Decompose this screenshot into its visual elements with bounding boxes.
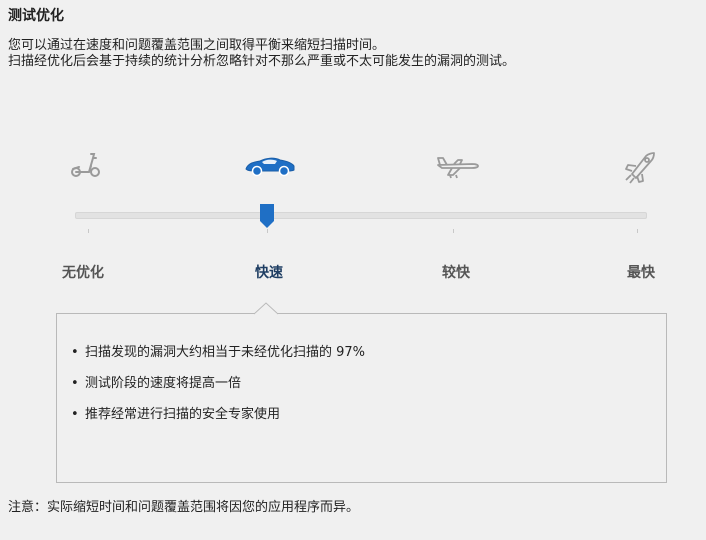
level-label-none[interactable]: 无优化 [62, 262, 104, 282]
sports-car-icon[interactable] [244, 155, 296, 177]
level-label-fastest[interactable]: 最快 [627, 262, 655, 282]
list-item: • 测试阶段的速度将提高一倍 [71, 376, 242, 391]
details-panel: • 扫描发现的漏洞大约相当于未经优化扫描的 97% • 测试阶段的速度将提高一倍 •… [56, 313, 667, 483]
slider-thumb[interactable] [260, 204, 274, 228]
page-title: 测试优化 [8, 8, 64, 24]
slider-tick-faster [453, 229, 454, 233]
details-list: • 扫描发现的漏洞大约相当于未经优化扫描的 97% • 测试阶段的速度将提高一倍 •… [71, 341, 365, 434]
footer-note: 注意：实际缩短时间和问题覆盖范围将因您的应用程序而异。 [8, 500, 360, 515]
slider-tick-fastest [637, 229, 638, 233]
list-item: • 推荐经常进行扫描的安全专家使用 [71, 407, 281, 422]
description-line-2: 扫描经优化后会基于持续的统计分析忽略针对不那么严重或不太可能发生的漏洞的测试。 [8, 54, 516, 69]
description-line-1: 您可以通过在速度和问题覆盖范围之间取得平衡来缩短扫描时间。 [8, 38, 386, 53]
list-item: • 扫描发现的漏洞大约相当于未经优化扫描的 97% [71, 345, 366, 360]
description: 您可以通过在速度和问题覆盖范围之间取得平衡来缩短扫描时间。 扫描经优化后会基于持… [8, 38, 515, 70]
scooter-icon[interactable] [70, 150, 102, 180]
airplane-icon[interactable] [436, 155, 480, 179]
panel-pointer [254, 302, 278, 315]
level-label-faster[interactable]: 较快 [442, 262, 470, 282]
optimization-slider-track[interactable] [75, 212, 647, 219]
slider-tick-fast [267, 229, 268, 233]
rocket-icon[interactable] [622, 150, 658, 184]
level-label-fast[interactable]: 快速 [255, 262, 283, 282]
slider-tick-none [88, 229, 89, 233]
